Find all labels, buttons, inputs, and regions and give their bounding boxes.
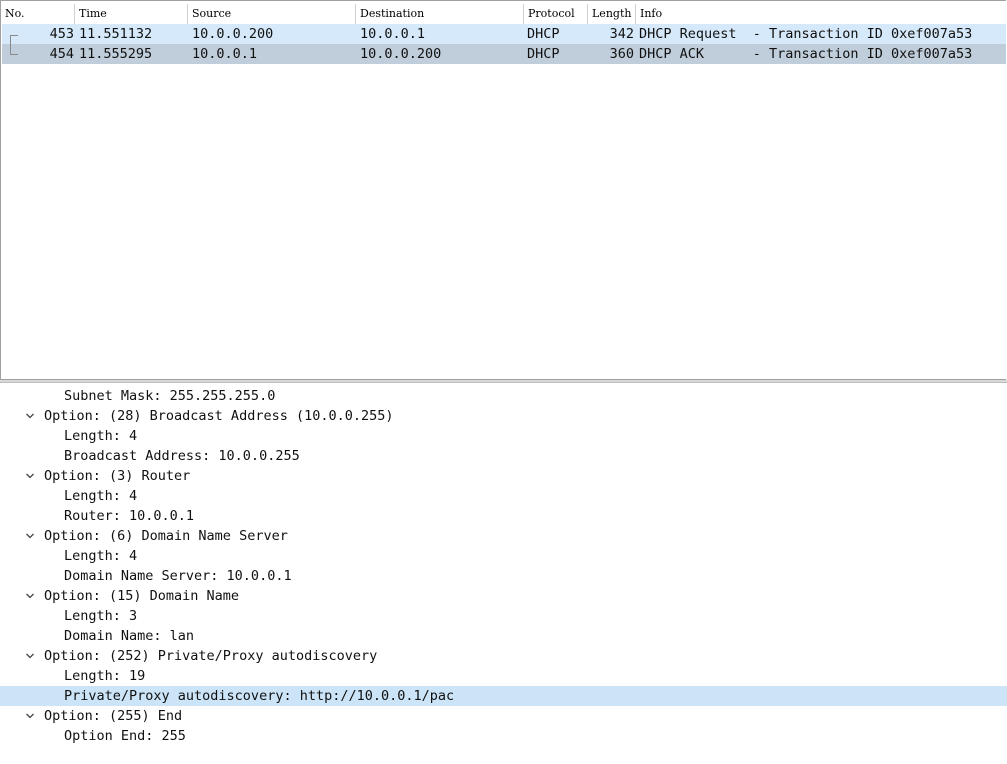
- detail-option-label: Option: (252) Private/Proxy autodiscover…: [44, 648, 378, 664]
- detail-option-label: Option: (28) Broadcast Address (10.0.0.2…: [44, 408, 394, 424]
- column-header-length[interactable]: Length: [588, 4, 636, 24]
- packet-list-header: No. Time Source Destination Protocol Len…: [1, 4, 1006, 24]
- column-header-info[interactable]: Info: [636, 4, 1006, 24]
- detail-field-text: Length: 3: [64, 608, 138, 624]
- detail-field-text: Router: 10.0.0.1: [64, 508, 195, 524]
- packet-protocol: DHCP: [527, 46, 560, 62]
- packet-details-pane[interactable]: Subnet Mask: 255.255.255.0 Option: (28) …: [0, 382, 1007, 764]
- detail-field[interactable]: Length: 3: [0, 606, 1007, 626]
- column-header-no[interactable]: No.: [1, 4, 75, 24]
- detail-field-text: Domain Name Server: 10.0.0.1: [64, 568, 292, 584]
- column-header-destination[interactable]: Destination: [356, 4, 524, 24]
- packet-time: 11.551132: [79, 26, 153, 42]
- packet-length: 360: [609, 46, 634, 62]
- detail-field-text: Length: 4: [64, 488, 138, 504]
- detail-field[interactable]: Length: 4: [0, 546, 1007, 566]
- detail-option-label: Option: (6) Domain Name Server: [44, 528, 288, 544]
- column-header-time[interactable]: Time: [75, 4, 188, 24]
- packet-row-selected[interactable]: 454 11.555295 10.0.0.1 10.0.0.200 DHCP 3…: [2, 44, 1006, 64]
- packet-list-pane[interactable]: No. Time Source Destination Protocol Len…: [0, 0, 1006, 380]
- chevron-down-icon[interactable]: [24, 706, 36, 726]
- packet-info: DHCP ACK - Transaction ID 0xef007a53: [639, 46, 973, 62]
- detail-field-text: Option End: 255: [64, 728, 186, 744]
- detail-field-text: Length: 19: [64, 668, 146, 684]
- column-header-source[interactable]: Source: [188, 4, 356, 24]
- packet-destination: 10.0.0.1: [360, 26, 426, 42]
- packet-info: DHCP Request - Transaction ID 0xef007a53: [639, 26, 973, 42]
- packet-length: 342: [609, 26, 634, 42]
- column-header-protocol[interactable]: Protocol: [524, 4, 588, 24]
- chevron-down-icon[interactable]: [24, 646, 36, 666]
- packet-no: 454: [49, 46, 74, 62]
- detail-field-text: Length: 4: [64, 548, 138, 564]
- detail-field[interactable]: Router: 10.0.0.1: [0, 506, 1007, 526]
- chevron-down-icon[interactable]: [24, 406, 36, 426]
- detail-option-label: Option: (3) Router: [44, 468, 191, 484]
- detail-field-text: Broadcast Address: 10.0.0.255: [64, 448, 300, 464]
- detail-field[interactable]: Length: 4: [0, 486, 1007, 506]
- detail-option-tree-item[interactable]: Option: (6) Domain Name Server: [0, 526, 1007, 546]
- conversation-bracket-icon: [10, 44, 18, 55]
- detail-option-tree-item[interactable]: Option: (3) Router: [0, 466, 1007, 486]
- detail-field[interactable]: Domain Name: lan: [0, 626, 1007, 646]
- packet-protocol: DHCP: [527, 26, 560, 42]
- packet-destination: 10.0.0.200: [360, 46, 442, 62]
- detail-field[interactable]: Option End: 255: [0, 726, 1007, 746]
- detail-option-tree-item[interactable]: Option: (252) Private/Proxy autodiscover…: [0, 646, 1007, 666]
- packet-no: 453: [49, 26, 74, 42]
- packet-time: 11.555295: [79, 46, 153, 62]
- detail-option-tree-item[interactable]: Option: (15) Domain Name: [0, 586, 1007, 606]
- detail-field-text: Private/Proxy autodiscovery: http://10.0…: [64, 688, 455, 704]
- detail-field[interactable]: Length: 19: [0, 666, 1007, 686]
- detail-field[interactable]: Length: 4: [0, 426, 1007, 446]
- detail-option-label: Option: (15) Domain Name: [44, 588, 240, 604]
- chevron-down-icon[interactable]: [24, 466, 36, 486]
- detail-option-tree-item[interactable]: Option: (28) Broadcast Address (10.0.0.2…: [0, 406, 1007, 426]
- packet-row[interactable]: 453 11.551132 10.0.0.200 10.0.0.1 DHCP 3…: [2, 24, 1006, 45]
- detail-field[interactable]: Broadcast Address: 10.0.0.255: [0, 446, 1007, 466]
- detail-field[interactable]: Domain Name Server: 10.0.0.1: [0, 566, 1007, 586]
- detail-field-text: Domain Name: lan: [64, 628, 195, 644]
- packet-source: 10.0.0.200: [192, 26, 274, 42]
- chevron-down-icon[interactable]: [24, 526, 36, 546]
- detail-field-selected[interactable]: Private/Proxy autodiscovery: http://10.0…: [0, 686, 1007, 706]
- packet-source: 10.0.0.1: [192, 46, 258, 62]
- detail-option-label: Option: (255) End: [44, 708, 183, 724]
- detail-option-tree-item[interactable]: Option: (255) End: [0, 706, 1007, 726]
- detail-field-text: Subnet Mask: 255.255.255.0: [64, 388, 276, 404]
- detail-field[interactable]: Subnet Mask: 255.255.255.0: [0, 386, 1007, 406]
- detail-field-text: Length: 4: [64, 428, 138, 444]
- chevron-down-icon[interactable]: [24, 586, 36, 606]
